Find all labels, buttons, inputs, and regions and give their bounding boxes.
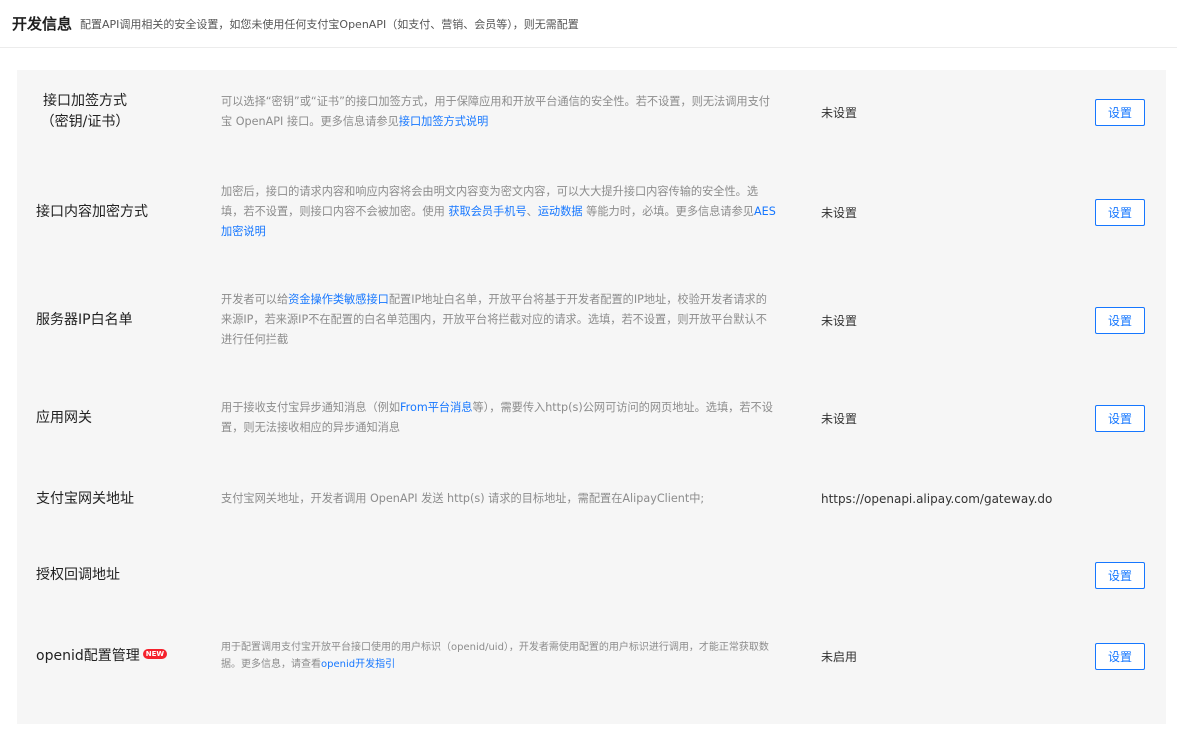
row-name-line2: （密钥/证书） [40,114,130,130]
settings-panel: 接口加签方式 （密钥/证书） 可以选择“密钥”或“证书”的接口加签方式，用于保障… [17,70,1166,724]
row-description: 加密后，接口的请求内容和响应内容将会由明文内容变为密文内容，可以大大提升接口内容… [221,182,776,242]
sensitive-api-link[interactable]: 资金操作类敏感接口 [288,293,389,306]
row-ip-whitelist: 服务器IP白名单 开发者可以给资金操作类敏感接口配置IP地址白名单，开放平台将基… [17,288,1166,352]
row-name: 接口加签方式 （密钥/证书） [20,91,150,133]
description-text: 等能力时，必填。更多信息请参见 [582,205,754,218]
description-text: 可以选择“密钥”或“证书”的接口加签方式，用于保障应用和开放平台通信的安全性。若… [221,95,770,128]
description-text: 用于配置调用支付宝开放平台接口使用的用户标识（openid/uid），开发者需使… [221,642,769,670]
row-description: 用于配置调用支付宝开放平台接口使用的用户标识（openid/uid），开发者需使… [221,639,776,673]
row-description: 用于接收支付宝异步通知消息（例如From平台消息等），需要传入http(s)公网… [221,398,776,438]
row-name: 应用网关 [36,409,92,426]
row-name: 支付宝网关地址 [36,490,134,507]
row-alipay-gateway: 支付宝网关地址 支付宝网关地址，开发者调用 OpenAPI 发送 http(s)… [17,488,1166,510]
row-name-line1: 接口加签方式 [43,93,127,109]
status-text: 未启用 [821,649,858,664]
sport-data-link[interactable]: 运动数据 [538,205,583,218]
new-badge: NEW [142,648,168,659]
set-content-encryption-button[interactable]: 设置 [1095,198,1145,226]
page-subtitle: 配置API调用相关的安全设置，如您未使用任何支付宝OpenAPI（如支付、营销、… [80,17,579,31]
set-app-gateway-button[interactable]: 设置 [1095,404,1145,432]
row-name: 授权回调地址 [36,567,120,583]
from-platform-message-link[interactable]: From平台消息 [400,401,472,414]
status-text: 未设置 [821,411,858,426]
description-text: 开发者可以给 [221,293,289,306]
row-app-gateway: 应用网关 用于接收支付宝异步通知消息（例如From平台消息等），需要传入http… [17,396,1166,440]
gateway-url-text: https://openapi.alipay.com/gateway.do [821,492,1053,506]
set-openid-config-button[interactable]: 设置 [1095,642,1145,670]
row-signing-method: 接口加签方式 （密钥/证书） 可以选择“密钥”或“证书”的接口加签方式，用于保障… [17,90,1166,134]
row-name: 服务器IP白名单 [36,311,133,328]
set-ip-whitelist-button[interactable]: 设置 [1095,306,1145,334]
row-name-text: openid配置管理 [36,647,140,664]
row-description: 可以选择“密钥”或“证书”的接口加签方式，用于保障应用和开放平台通信的安全性。若… [221,92,776,132]
row-description: 支付宝网关地址，开发者调用 OpenAPI 发送 http(s) 请求的目标地址… [221,492,705,505]
set-signing-method-button[interactable]: 设置 [1095,98,1145,126]
set-auth-callback-button[interactable]: 设置 [1095,562,1145,589]
openid-guide-link[interactable]: openid开发指引 [321,659,395,670]
page-title: 开发信息 [12,15,73,33]
row-content-encryption: 接口内容加密方式 加密后，接口的请求内容和响应内容将会由明文内容变为密文内容，可… [17,180,1166,244]
signing-method-doc-link[interactable]: 接口加签方式说明 [399,115,489,128]
row-auth-callback: 授权回调地址 设置 [17,562,1166,589]
page-header: 开发信息 配置API调用相关的安全设置，如您未使用任何支付宝OpenAPI（如支… [0,0,1177,48]
row-name: openid配置管理 NEW [36,646,168,667]
description-text: 用于接收支付宝异步通知消息（例如 [221,401,401,414]
row-description: 开发者可以给资金操作类敏感接口配置IP地址白名单，开放平台将基于开发者配置的IP… [221,290,776,350]
description-separator: 、 [526,205,538,218]
member-phone-link[interactable]: 获取会员手机号 [448,205,526,218]
row-name: 接口内容加密方式 [36,203,148,220]
status-text: 未设置 [821,205,858,220]
status-text: 未设置 [821,313,858,328]
status-text: 未设置 [821,105,858,120]
row-openid-config: openid配置管理 NEW 用于配置调用支付宝开放平台接口使用的用户标识（ope… [17,638,1166,674]
